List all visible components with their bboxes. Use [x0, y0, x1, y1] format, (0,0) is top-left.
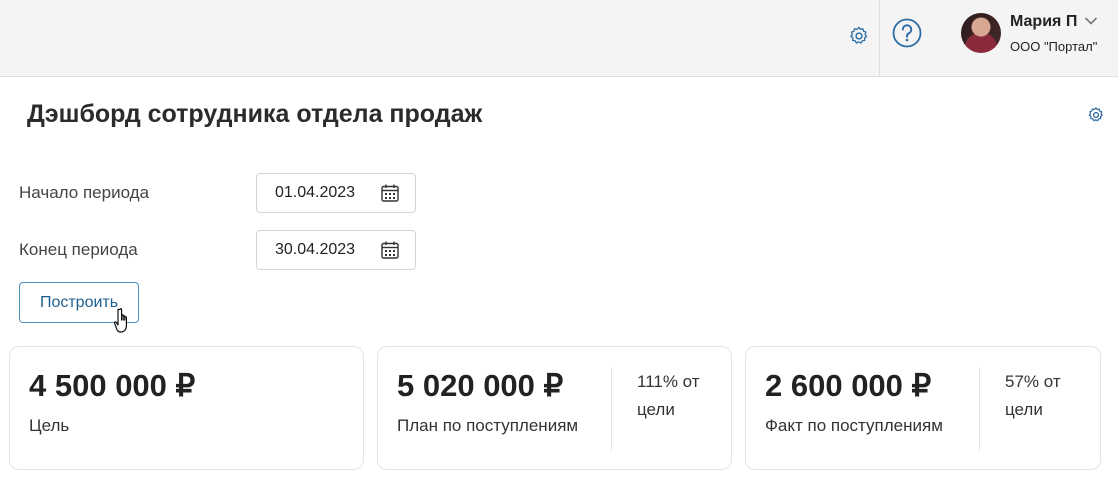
end-period-label: Конец периода	[19, 240, 138, 259]
avatar[interactable]	[961, 13, 1001, 53]
fact-label: Факт по поступлениям	[765, 416, 943, 435]
fact-percent-line2: цели	[1005, 400, 1043, 419]
plan-label: План по поступлениям	[397, 416, 579, 435]
card-divider	[979, 367, 980, 451]
page-title: Дэшборд сотрудника отдела продаж	[27, 100, 483, 128]
build-button[interactable]: Построить	[19, 282, 139, 323]
plan-card: 5 020 000 ₽ План по поступлениям 111% от…	[377, 346, 732, 470]
calendar-icon[interactable]	[380, 183, 400, 203]
gear-icon[interactable]	[848, 25, 870, 47]
plan-percent-line1: 111% от	[637, 372, 700, 391]
fact-value: 2 600 000 ₽	[765, 368, 932, 403]
end-date-value: 30.04.2023	[275, 241, 356, 258]
chevron-down-icon[interactable]	[1084, 16, 1098, 26]
user-organization: ООО "Портал"	[1010, 39, 1098, 54]
fact-card: 2 600 000 ₽ Факт по поступлениям 57% от …	[745, 346, 1101, 470]
plan-percent: 111% от цели	[637, 368, 717, 424]
calendar-icon[interactable]	[380, 240, 400, 260]
header-divider	[879, 0, 880, 77]
goal-label: Цель	[29, 416, 70, 435]
start-date-field[interactable]: 01.04.2023	[256, 173, 416, 213]
end-date-field[interactable]: 30.04.2023	[256, 230, 416, 270]
page-settings-gear-icon[interactable]	[1087, 106, 1105, 124]
goal-card: 4 500 000 ₽ Цель	[9, 346, 364, 470]
plan-value: 5 020 000 ₽	[397, 368, 564, 403]
goal-value: 4 500 000 ₽	[29, 368, 196, 403]
fact-percent: 57% от цели	[1005, 368, 1085, 424]
start-period-label: Начало периода	[19, 183, 150, 202]
help-icon[interactable]	[892, 18, 922, 48]
user-name[interactable]: Мария П	[1010, 13, 1077, 31]
start-date-value: 01.04.2023	[275, 184, 356, 201]
fact-percent-line1: 57% от	[1005, 372, 1061, 391]
card-divider	[611, 367, 612, 451]
plan-percent-line2: цели	[637, 400, 675, 419]
top-bar: Мария П ООО "Портал"	[0, 0, 1118, 77]
